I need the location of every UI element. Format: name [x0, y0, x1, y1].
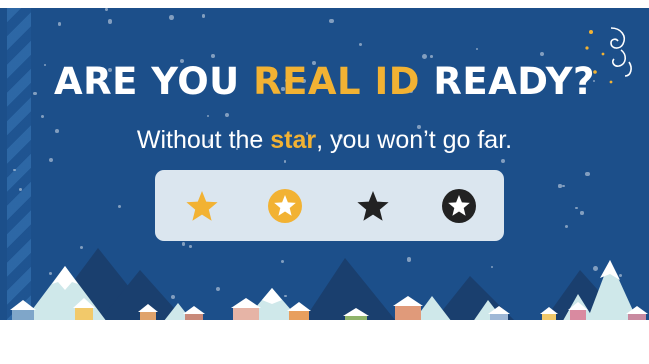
snow-ground — [0, 320, 649, 364]
winter-village-scene — [10, 248, 648, 326]
real-id-banner: ARE YOU REAL ID READY? Without the star,… — [0, 8, 649, 326]
